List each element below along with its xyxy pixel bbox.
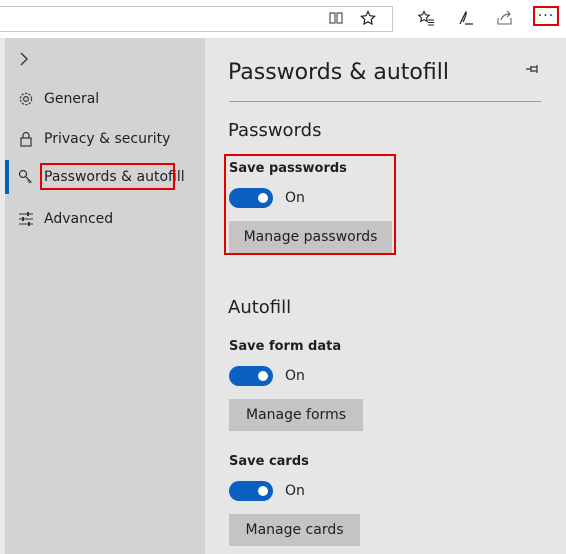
save-form-data-state: On bbox=[285, 368, 305, 384]
settings-sidebar: General Privacy & security Passwords & a… bbox=[5, 38, 205, 554]
key-icon bbox=[16, 167, 36, 187]
more-icon[interactable]: ··· bbox=[533, 6, 559, 26]
save-form-data-label: Save form data bbox=[229, 339, 342, 354]
sidebar-item-advanced[interactable]: Advanced bbox=[5, 202, 205, 236]
sidebar-item-label: Advanced bbox=[44, 211, 114, 227]
sidebar-item-label: General bbox=[44, 91, 100, 107]
settings-panel: Passwords & autofill Passwords Save pass… bbox=[205, 38, 566, 554]
reading-view-icon[interactable] bbox=[324, 7, 348, 29]
sidebar-item-label: Privacy & security bbox=[44, 131, 171, 147]
pen-icon[interactable] bbox=[454, 7, 478, 29]
manage-cards-button[interactable]: Manage cards bbox=[229, 514, 360, 546]
favorite-star-icon[interactable] bbox=[356, 7, 380, 29]
highlight-box bbox=[40, 163, 175, 190]
favorites-hub-icon[interactable] bbox=[414, 7, 438, 29]
passwords-heading: Passwords bbox=[228, 120, 322, 141]
save-cards-label: Save cards bbox=[229, 454, 309, 469]
highlight-box bbox=[224, 154, 396, 255]
autofill-heading: Autofill bbox=[228, 297, 292, 318]
share-icon[interactable] bbox=[493, 7, 517, 29]
lock-icon bbox=[16, 129, 36, 149]
gear-icon bbox=[16, 89, 36, 109]
chevron-right-icon[interactable] bbox=[19, 50, 29, 71]
save-form-data-toggle[interactable] bbox=[229, 366, 273, 386]
sidebar-item-privacy[interactable]: Privacy & security bbox=[5, 122, 205, 156]
title-divider bbox=[229, 101, 541, 102]
pin-icon[interactable] bbox=[525, 63, 541, 79]
page-title: Passwords & autofill bbox=[228, 60, 449, 85]
save-cards-state: On bbox=[285, 483, 305, 499]
sliders-icon bbox=[16, 209, 36, 229]
save-cards-toggle[interactable] bbox=[229, 481, 273, 501]
manage-forms-button[interactable]: Manage forms bbox=[229, 399, 363, 431]
browser-toolbar: ··· bbox=[0, 0, 566, 39]
sidebar-item-general[interactable]: General bbox=[5, 82, 205, 116]
